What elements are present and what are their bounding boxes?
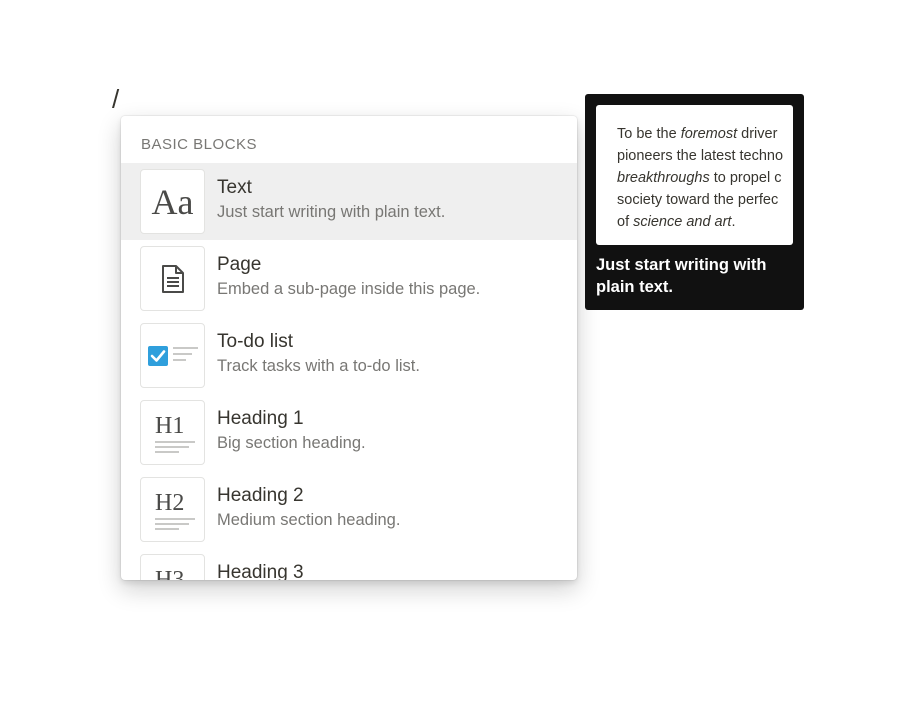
- menu-item-heading-3[interactable]: H3 Heading 3: [121, 548, 577, 580]
- menu-item-label: Text: [217, 177, 252, 198]
- preview-sample-text: To be the foremost driver pioneers the l…: [617, 123, 793, 233]
- preview-caption: Just start writing with plain text.: [596, 256, 767, 296]
- menu-item-label: Heading 2: [217, 485, 304, 506]
- menu-item-heading-1[interactable]: H1 Heading 1 Big section heading.: [121, 394, 577, 471]
- editor-slash-command[interactable]: /: [112, 84, 119, 115]
- preview-line: pioneers the latest techno: [617, 148, 784, 164]
- heading-line-decoration: [155, 446, 189, 448]
- preview-line: breakthroughs to propel c: [617, 170, 782, 186]
- menu-item-label: To-do list: [217, 331, 294, 352]
- slash-command-menu: BASIC BLOCKS Aa Text Just start writing …: [121, 116, 577, 580]
- menu-item-page[interactable]: Page Embed a sub-page inside this page.: [121, 240, 577, 317]
- preview-line: of science and art.: [617, 214, 736, 230]
- menu-item-text[interactable]: Aa Text Just start writing with plain te…: [121, 163, 577, 240]
- section-title: BASIC BLOCKS: [141, 136, 258, 153]
- menu-item-description: Embed a sub-page inside this page.: [217, 280, 481, 298]
- menu-item-label: Heading 3: [217, 562, 304, 580]
- heading3-icon: H3: [155, 567, 185, 580]
- heading2-icon: H2: [155, 490, 185, 516]
- heading-line-decoration: [155, 528, 179, 530]
- menu-item-description: Medium section heading.: [217, 511, 401, 529]
- menu-item-description: Big section heading.: [217, 434, 366, 452]
- menu-item-todo-list[interactable]: To-do list Track tasks with a to-do list…: [121, 317, 577, 394]
- heading-line-decoration: [155, 518, 195, 520]
- text-block-thumbnail: Aa: [140, 169, 205, 234]
- page-block-thumbnail: [140, 246, 205, 311]
- heading-line-decoration: [155, 441, 195, 443]
- heading3-block-thumbnail: H3: [140, 554, 205, 580]
- menu-item-description: Just start writing with plain text.: [217, 203, 446, 221]
- menu-item-label: Page: [217, 254, 262, 275]
- page-icon: [161, 264, 184, 293]
- heading1-block-thumbnail: H1: [140, 400, 205, 465]
- heading2-block-thumbnail: H2: [140, 477, 205, 542]
- block-preview-tooltip: To be the foremost driver pioneers the l…: [585, 94, 804, 310]
- text-aa-icon: Aa: [151, 181, 194, 222]
- heading1-icon: H1: [155, 413, 185, 439]
- heading-line-decoration: [155, 523, 189, 525]
- checkbox-icon: [147, 345, 198, 366]
- menu-item-label: Heading 1: [217, 408, 304, 429]
- heading-line-decoration: [155, 451, 179, 453]
- preview-line: society toward the perfec: [617, 192, 779, 208]
- menu-item-heading-2[interactable]: H2 Heading 2 Medium section heading.: [121, 471, 577, 548]
- todo-block-thumbnail: [140, 323, 205, 388]
- preview-line: To be the foremost driver: [617, 126, 778, 142]
- preview-card: To be the foremost driver pioneers the l…: [596, 105, 793, 245]
- menu-item-description: Track tasks with a to-do list.: [217, 357, 420, 375]
